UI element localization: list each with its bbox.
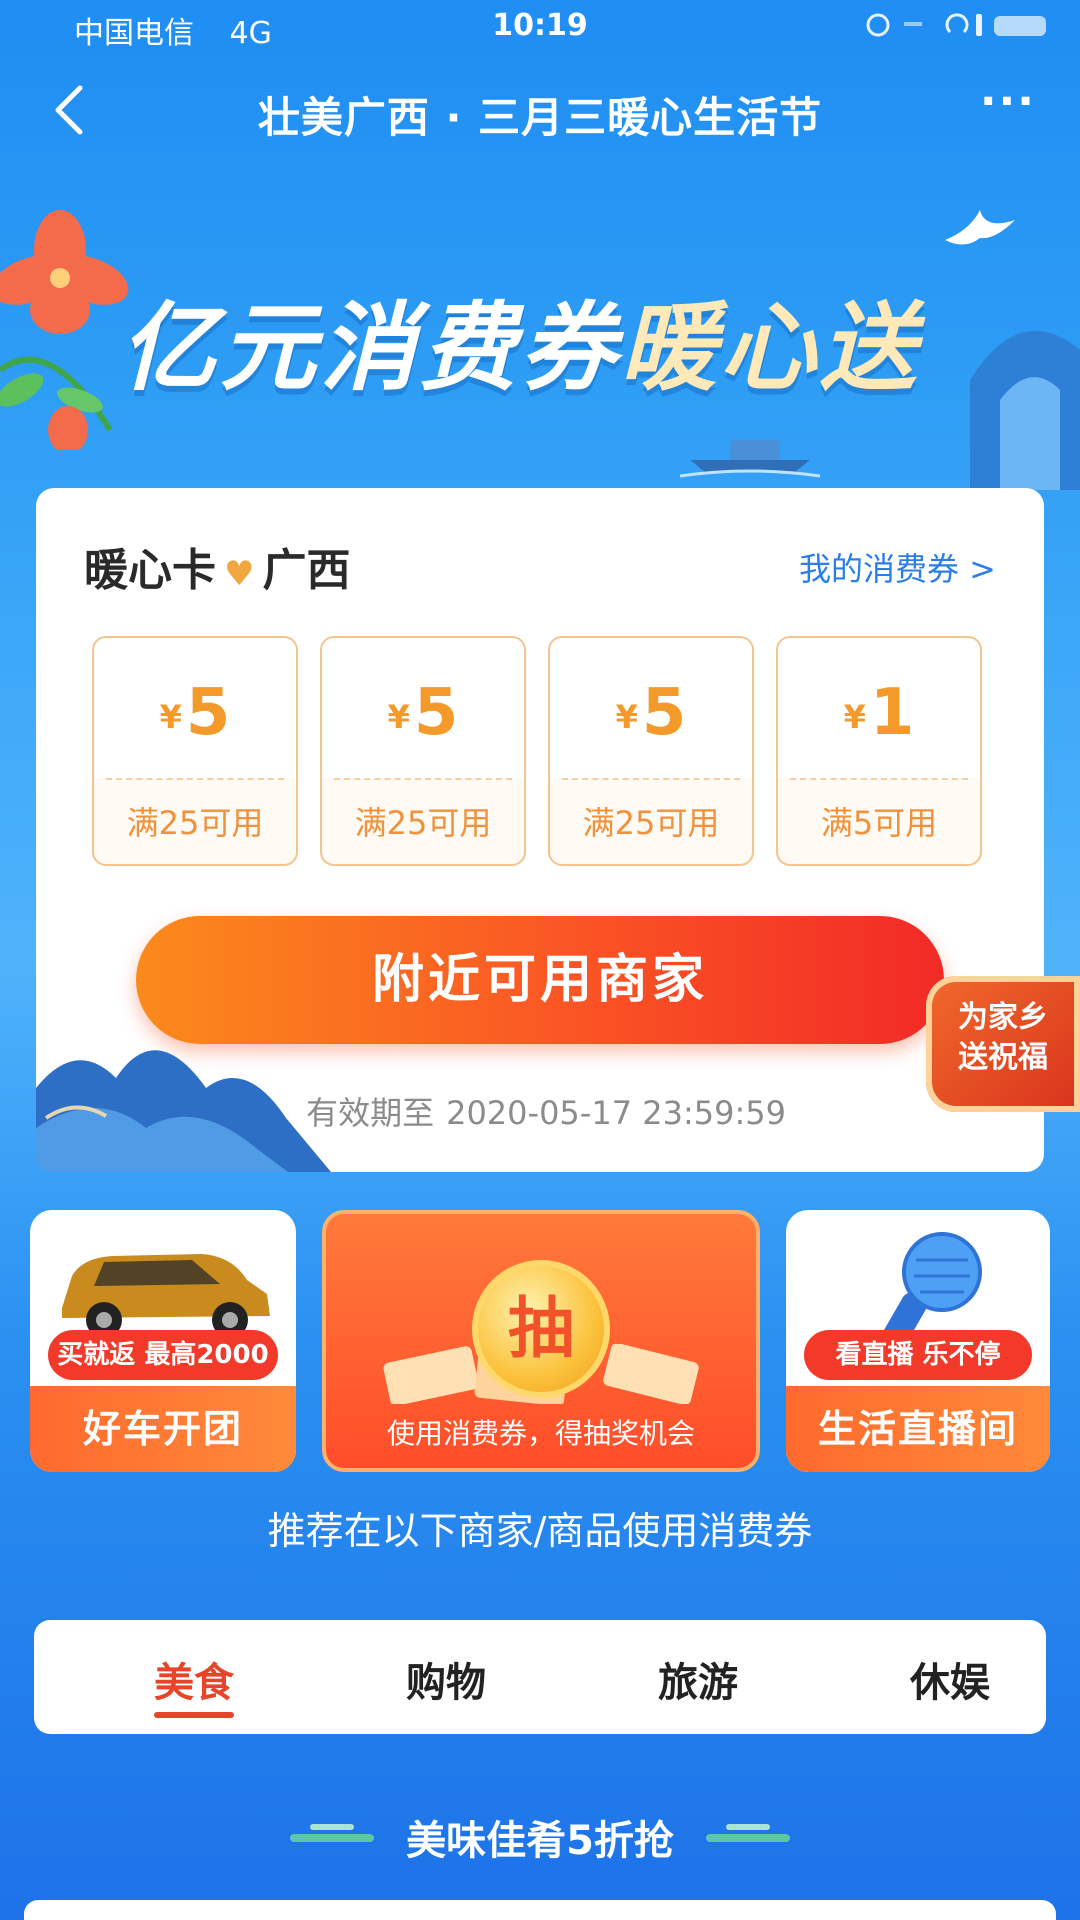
coupon-divider	[562, 778, 740, 780]
coupon-value: 5	[413, 676, 459, 750]
swallow-icon	[945, 210, 1015, 245]
coupon-amount: ¥5	[322, 676, 524, 750]
draw-icon: 抽	[472, 1260, 610, 1398]
lottery-caption: 使用消费券，得抽奖机会	[386, 1417, 695, 1450]
coupon-item[interactable]: ¥5 满25可用	[320, 636, 526, 866]
category-tabs: 美食 购物 旅游 休娱	[34, 1620, 1046, 1734]
heart-icon: ♥	[224, 554, 255, 594]
tab-leisure[interactable]: 休娱	[870, 1650, 1030, 1708]
coupon-condition: 满25可用	[582, 804, 720, 842]
car-promo-tag: 买就返 最高2000元	[48, 1330, 278, 1420]
status-icons	[864, 10, 1054, 47]
mountain-illustration-icon	[36, 1050, 331, 1172]
architecture-illustration-icon	[970, 330, 1080, 490]
banner-headline-part1: 亿元消费券	[120, 292, 620, 404]
coupon-value: 1	[869, 676, 915, 750]
coupon-divider	[790, 778, 968, 780]
coupon-item[interactable]: ¥1 满5可用	[776, 636, 982, 866]
validity-date: 2020-05-17 23:59:59	[446, 1094, 786, 1132]
tab-shopping[interactable]: 购物	[366, 1650, 526, 1708]
currency-symbol: ¥	[159, 698, 182, 736]
coupon-item[interactable]: ¥5 满25可用	[548, 636, 754, 866]
coupon-divider	[334, 778, 512, 780]
promo-lottery[interactable]: 抽 使用消费券，得抽奖机会	[322, 1210, 760, 1472]
blessing-line2: 送祝福	[958, 1040, 1048, 1075]
tab-food[interactable]: 美食	[114, 1650, 274, 1718]
card-title: 暖心卡 ♥ 广西	[84, 534, 350, 598]
promo-live-stream[interactable]: 看直播 乐不停 生活直播间	[786, 1210, 1050, 1472]
currency-symbol: ¥	[843, 698, 866, 736]
live-promo-tag: 看直播 乐不停	[804, 1330, 1032, 1380]
validity-label: 有效期至	[306, 1094, 435, 1132]
flower-illustration-icon	[0, 210, 129, 450]
section-decoration-right-icon	[706, 1824, 790, 1842]
car-promo-title: 好车开团	[30, 1386, 296, 1472]
coupon-amount: ¥5	[550, 676, 752, 750]
blessing-line1: 为家乡	[958, 1000, 1048, 1035]
validity-text: 有效期至 2020-05-17 23:59:59	[36, 1088, 1044, 1134]
promo-car-group-buy[interactable]: 买就返 最高2000元 好车开团	[30, 1210, 296, 1472]
coupon-item[interactable]: ¥5 满25可用	[92, 636, 298, 866]
coupon-card: 暖心卡 ♥ 广西 我的消费券 > ¥5 满25可用 ¥5 满25可用 ¥5 满25可…	[36, 488, 1044, 1172]
coupon-amount: ¥1	[778, 676, 980, 750]
nav-bar: 壮美广西 · 三月三暖心生活节 ···	[0, 58, 1080, 168]
boat-illustration-icon	[680, 440, 820, 478]
more-dots-icon: ···	[979, 76, 1036, 127]
recommend-text: 推荐在以下商家/商品使用消费券	[267, 1509, 813, 1553]
my-coupons-link[interactable]: 我的消费券 >	[799, 544, 996, 590]
page-title: 壮美广西 · 三月三暖心生活节	[257, 93, 823, 142]
banner-headline-part2: 暖心送	[620, 292, 920, 404]
coupon-divider	[106, 778, 284, 780]
coupon-condition: 满25可用	[354, 804, 492, 842]
live-promo-title: 生活直播间	[786, 1386, 1050, 1472]
banner-headline: 亿元消费券暖心送	[120, 270, 920, 409]
card-title-right: 广西	[262, 545, 351, 596]
coupon-amount: ¥5	[94, 676, 296, 750]
currency-symbol: ¥	[387, 698, 410, 736]
section-title: 美味佳肴5折抢	[406, 1818, 674, 1864]
status-bar: 中国电信 4G 10:19	[0, 0, 1080, 56]
coupon-value: 5	[185, 676, 231, 750]
currency-symbol: ¥	[615, 698, 638, 736]
send-blessing-float-button[interactable]: 为家乡 送祝福	[926, 976, 1080, 1112]
status-indicators-icon	[866, 13, 1046, 37]
coupon-list: ¥5 满25可用 ¥5 满25可用 ¥5 满25可用 ¥1 满5可用	[92, 636, 992, 868]
coupon-condition: 满5可用	[820, 804, 938, 842]
coupon-condition: 满25可用	[126, 804, 264, 842]
hero-banner: 亿元消费券暖心送	[0, 180, 1080, 500]
content-list-top	[24, 1900, 1056, 1920]
card-title-left: 暖心卡	[84, 545, 216, 596]
tab-travel[interactable]: 旅游	[618, 1650, 778, 1708]
more-button[interactable]: ···	[980, 76, 1036, 127]
coupon-value: 5	[641, 676, 687, 750]
